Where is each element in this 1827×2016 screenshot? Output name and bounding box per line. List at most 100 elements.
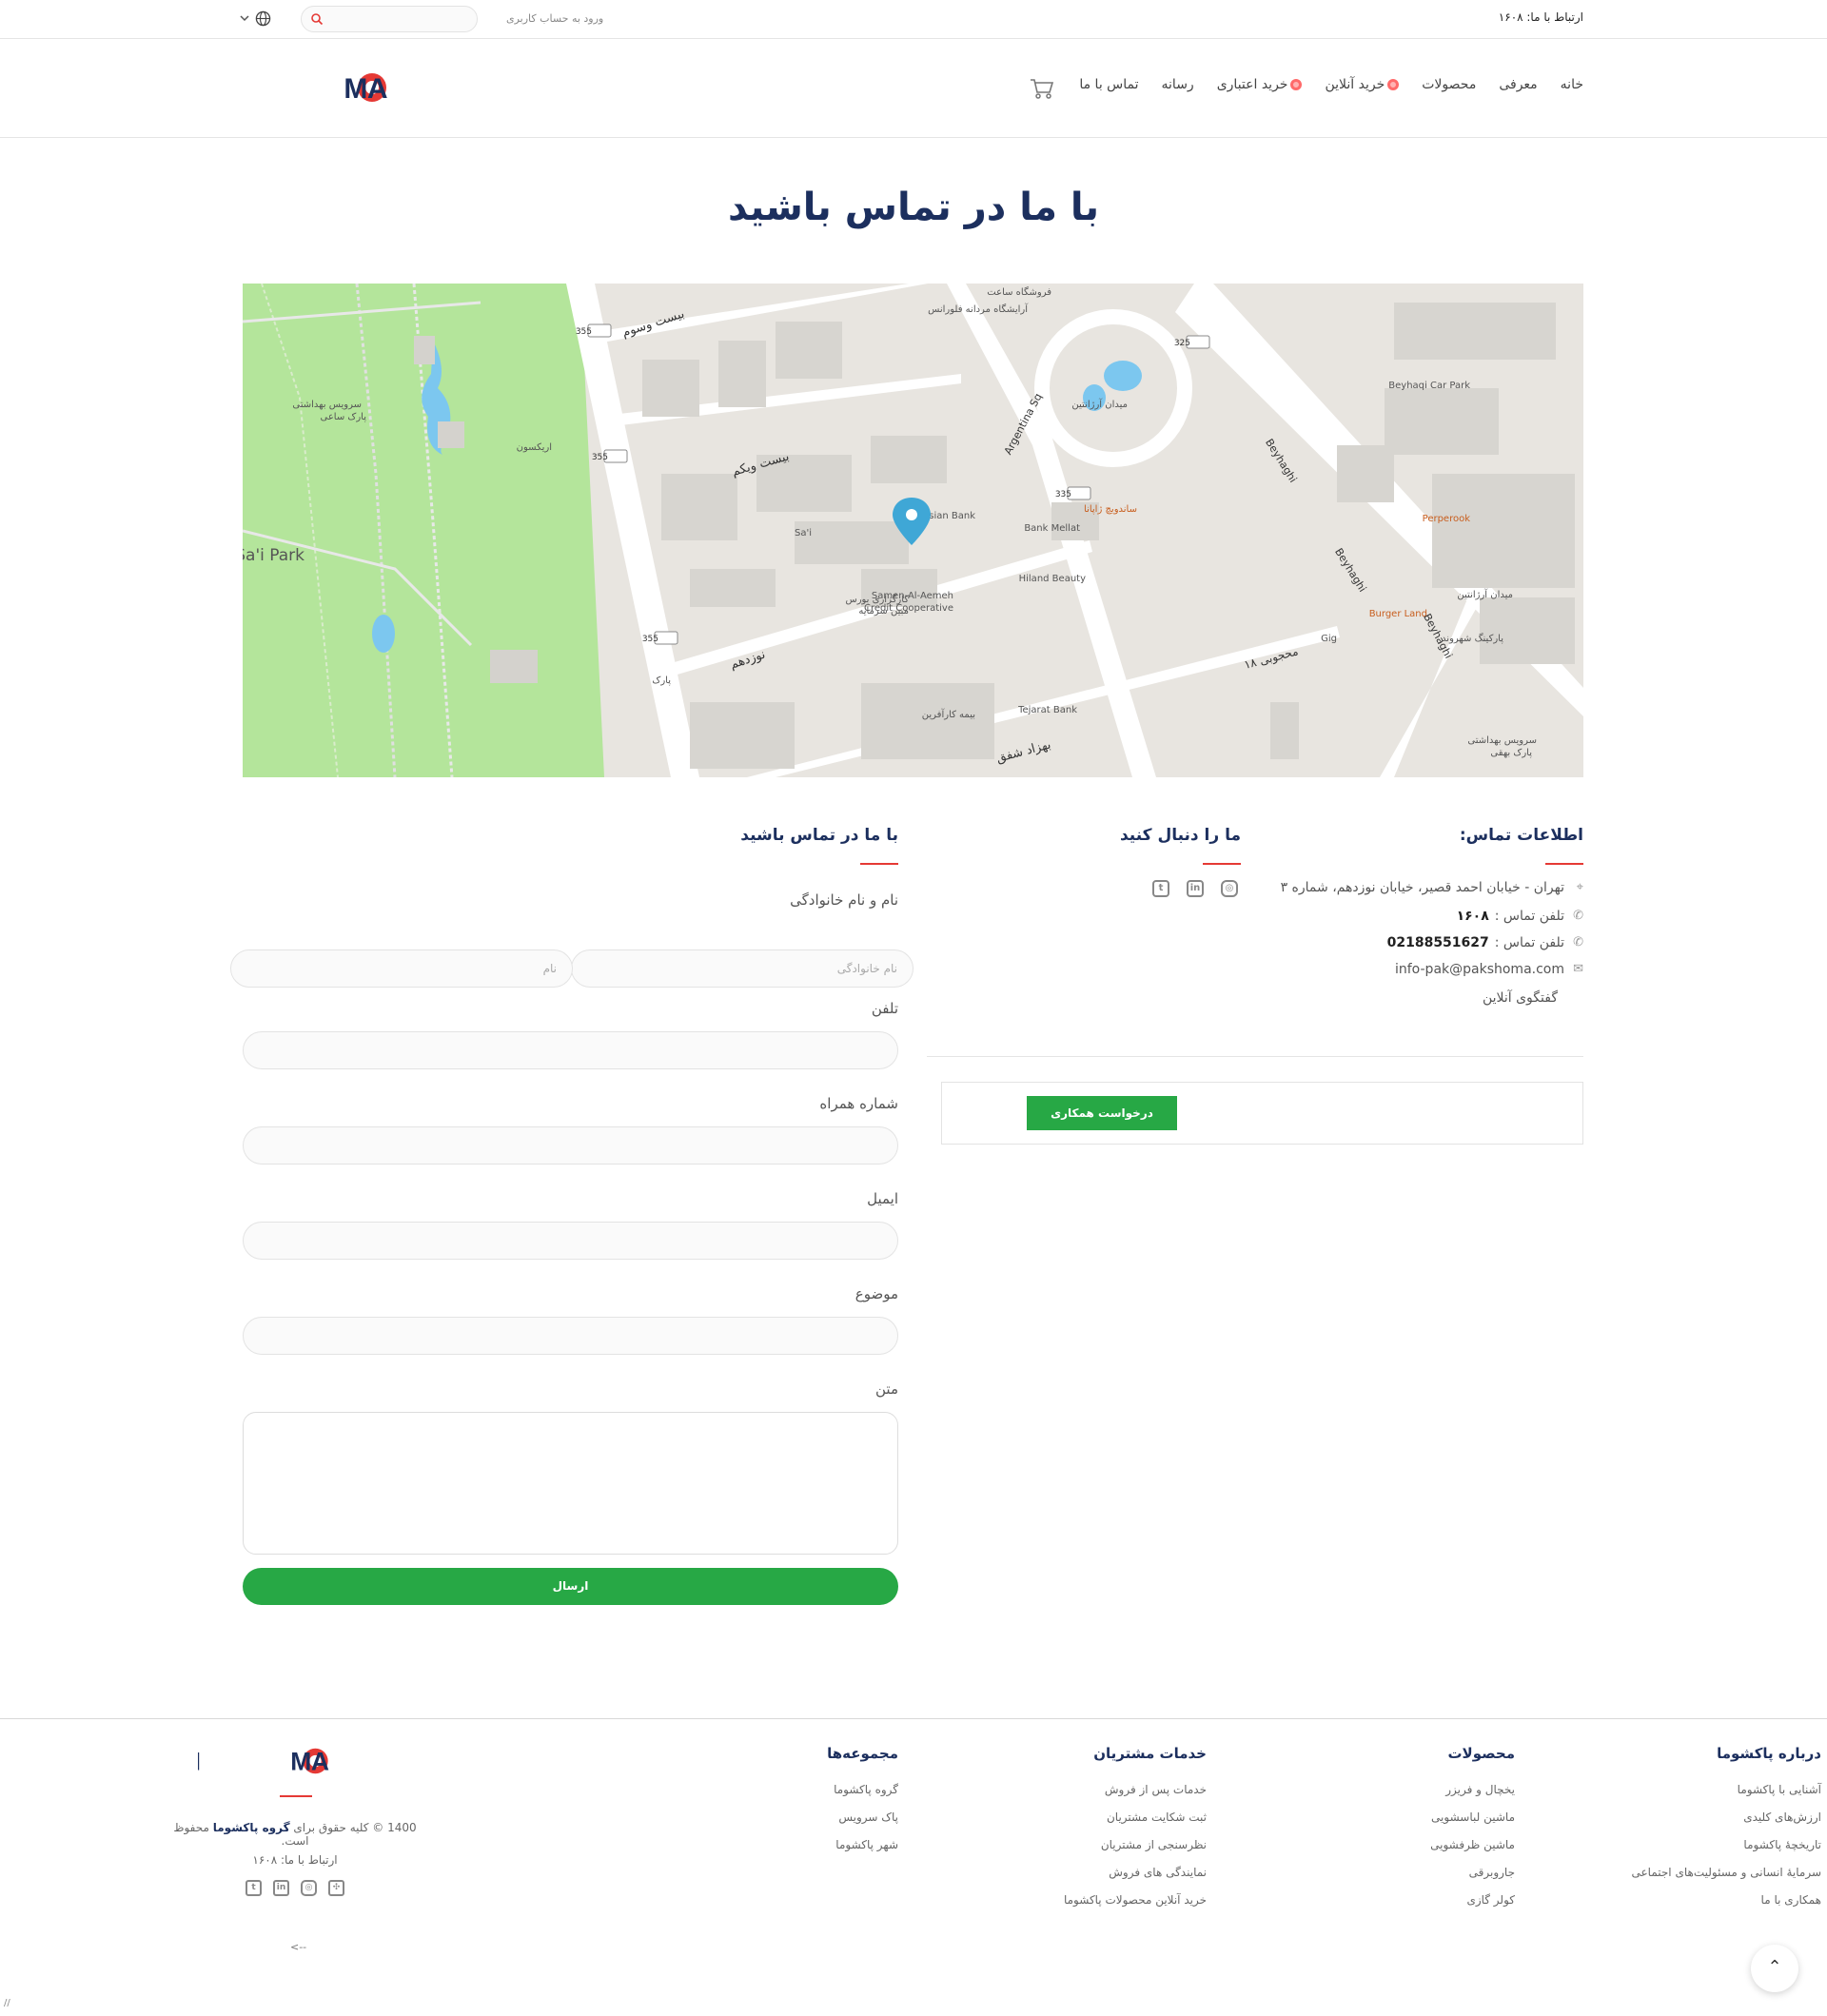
nav-products[interactable]: محصولات [1422, 77, 1476, 92]
copyright-brand[interactable]: گروه پاکشوما [213, 1821, 290, 1834]
nav-credit-shop[interactable]: خرید اعتباری [1217, 77, 1303, 92]
contact-email-text[interactable]: info-pak@pakshoma.com [1395, 962, 1564, 977]
contact-info-heading: اطلاعات تماس: [1459, 826, 1583, 845]
footer-link[interactable]: پاک سرویس [827, 1810, 898, 1824]
map-label-beyhaghi-2: Beyhaghi [1332, 546, 1368, 595]
map-label-wc3b: پارک بهقی [1490, 748, 1532, 758]
scroll-to-top-button[interactable]: ⌃ [1751, 1945, 1798, 1992]
footer-link[interactable]: همکاری با ما [1632, 1893, 1821, 1907]
online-chat[interactable]: گفتگوی آنلاین [1483, 990, 1558, 1006]
map-street-behzad: بهزاد شفق [995, 737, 1053, 766]
phone-field[interactable] [243, 1031, 898, 1069]
email-field[interactable] [243, 1222, 898, 1260]
contact-email: ✉ info-pak@pakshoma.com [1395, 962, 1583, 977]
map-street-23: بیست وسوم [620, 307, 686, 341]
map-label-sandwich: ساندویچ ژاپانا [1084, 504, 1137, 515]
location-map[interactable]: Sa'i Park سرویس بهداشتی پارک ساعی اریکسو… [243, 284, 1583, 777]
first-name-field[interactable]: نام [230, 949, 573, 988]
mobile-field[interactable] [243, 1126, 898, 1165]
language-selector[interactable] [240, 9, 278, 28]
footer-underline [280, 1795, 312, 1797]
pakshoma-logo[interactable]: PAKSH MA [242, 71, 461, 104]
footer-link[interactable]: ماشین لباسشویی [1430, 1810, 1515, 1824]
instagram-icon[interactable]: ◎ [1221, 880, 1238, 897]
map-road-335: 335 [1055, 490, 1071, 499]
last-name-field[interactable]: نام خانوادگی [571, 949, 914, 988]
map-label-wc2: پارک ساعی [320, 412, 366, 422]
mail-icon: ✉ [1573, 962, 1583, 976]
twitter-icon[interactable]: t [246, 1880, 262, 1896]
map-label-wc: سرویس بهداشتی [292, 400, 362, 410]
page-title: با ما در تماس باشید [728, 186, 1099, 229]
nav-online-shop[interactable]: خرید آنلاین [1325, 77, 1400, 92]
mobile-label: شماره همراه [819, 1095, 898, 1112]
contact-phone-1-value[interactable]: ۱۶۰۸ [1457, 909, 1489, 924]
footer-link[interactable]: ماشین ظرفشویی [1430, 1838, 1515, 1851]
linkedin-icon[interactable]: in [273, 1880, 289, 1896]
subject-field[interactable] [243, 1317, 898, 1355]
footer-about-title: درباره پاکشوما [1717, 1745, 1821, 1762]
map-label-arikson: اریکسون [517, 442, 552, 453]
copyright-pre: 1400 © کلیه حقوق برای [293, 1821, 417, 1834]
footer-link[interactable]: گروه پاکشوما [827, 1783, 898, 1796]
aparat-icon[interactable]: ✣ [328, 1880, 344, 1896]
map-label-mellat: Bank Mellat [1024, 523, 1080, 534]
top-bar: ارتباط با ما: ۱۶۰۸ ورود به حساب کاربری [0, 0, 1827, 39]
footer-link[interactable]: سرمایۀ انسانی و مسئولیت‌های اجتماعی [1632, 1866, 1821, 1879]
map-label-beyhaqi-park: Beyhaqi Car Park [1388, 381, 1470, 391]
email-label: ایمیل [867, 1190, 898, 1207]
footer-link[interactable]: ارزش‌های کلیدی [1632, 1810, 1821, 1824]
nav-credit-shop-label: خرید اعتباری [1216, 77, 1288, 92]
search-input[interactable] [301, 6, 478, 32]
cooperation-request-button[interactable]: درخواست همکاری [1027, 1096, 1177, 1130]
nav-home[interactable]: خانه [1561, 77, 1583, 92]
live-dot-icon [1387, 79, 1400, 90]
search-icon[interactable] [310, 12, 324, 26]
corner-mark: // [4, 1998, 10, 2008]
footer-groups-title: مجموعه‌ها [827, 1745, 898, 1762]
footer-arrow[interactable]: <-- [290, 1941, 306, 1953]
linkedin-icon[interactable]: in [1187, 880, 1204, 897]
contact-address-text: تهران - خیابان احمد قصیر، خیابان نوزدهم،… [1280, 880, 1564, 895]
phone-label: تلفن [871, 1000, 898, 1017]
footer-link[interactable]: کولر گازی [1430, 1893, 1515, 1907]
nav-about[interactable]: معرفی [1499, 77, 1537, 92]
footer-link[interactable]: ثبت شکایت مشتریان [1064, 1810, 1207, 1824]
map-road-355c: 355 [642, 635, 658, 644]
phone-icon: ✆ [1573, 909, 1583, 923]
map-label-beyhaghi-1: Beyhaghi [1263, 437, 1299, 485]
footer-link[interactable]: آشنایی با پاکشوما [1632, 1783, 1821, 1796]
cart-icon[interactable] [1030, 77, 1054, 100]
footer-link[interactable]: یخچال و فریزر [1430, 1783, 1515, 1796]
login-link[interactable]: ورود به حساب کاربری [506, 12, 603, 25]
instagram-icon[interactable]: ◎ [301, 1880, 317, 1896]
location-icon: ⌖ [1576, 880, 1583, 894]
footer-contact: ارتباط با ما: ۱۶۰۸ [252, 1853, 338, 1867]
map-label-gig: Gig [1321, 634, 1337, 644]
map-road-325: 325 [1174, 339, 1190, 348]
main-nav: خانه معرفی محصولات خرید آنلاین خرید اعتب… [1079, 77, 1583, 92]
map-label-perperook: Perperook [1423, 514, 1471, 524]
footer-col-about: درباره پاکشوما آشنایی با پاکشوما ارزش‌ها… [1632, 1745, 1821, 1921]
footer-link[interactable]: نمایندگی های فروش [1064, 1866, 1207, 1879]
nav-contact[interactable]: تماس با ما [1079, 77, 1138, 92]
contact-phone-2-value[interactable]: 02188551627 [1387, 935, 1489, 950]
footer-link[interactable]: خدمات پس از فروش [1064, 1783, 1207, 1796]
submit-button[interactable]: ارسال [243, 1568, 898, 1605]
online-chat-label[interactable]: گفتگوی آنلاین [1483, 990, 1558, 1006]
twitter-icon[interactable]: t [1152, 880, 1169, 897]
footer-link[interactable]: جاروبرقی [1430, 1866, 1515, 1879]
footer-link[interactable]: نظرسنجی از مشتریان [1064, 1838, 1207, 1851]
footer-link[interactable]: شهر پاکشوما [827, 1838, 898, 1851]
footer-link[interactable]: تاریخچۀ پاکشوما [1632, 1838, 1821, 1851]
footer-link[interactable]: خرید آنلاین محصولات پاکشوما [1064, 1893, 1207, 1907]
footer-copyright: 1400 © کلیه حقوق برای گروه پاکشوما محفوظ… [171, 1821, 419, 1848]
message-textarea[interactable] [243, 1412, 898, 1555]
footer-logo[interactable]: PAKSH MA [198, 1747, 396, 1775]
footer-social-links: t in ◎ ✣ [246, 1880, 344, 1896]
map-label-meydan2: میدان آرژانتین [1457, 588, 1513, 600]
map-label-tejarat: Tejarat Bank [1017, 705, 1077, 715]
nav-media[interactable]: رسانه [1162, 77, 1194, 92]
nav-online-shop-label: خرید آنلاین [1325, 77, 1385, 92]
map-label-park: پارک [652, 675, 671, 686]
